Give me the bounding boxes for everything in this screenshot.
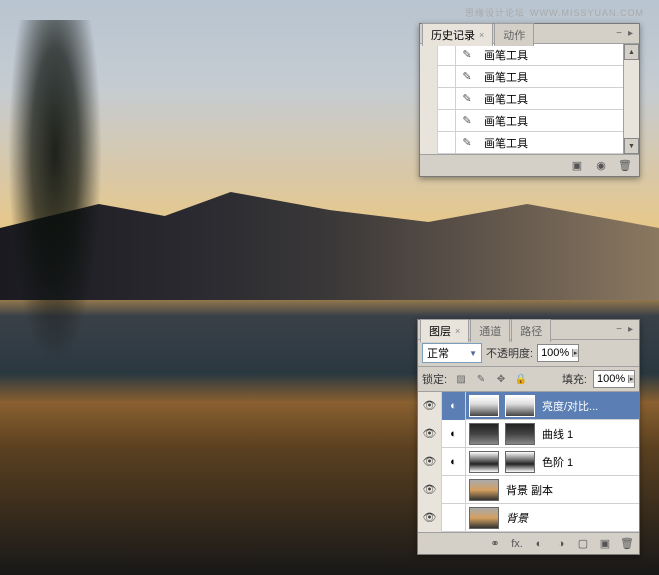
- layer-list: 👁 ◐ 亮度/对比... 👁 ◐ 曲线 1 👁 ◐ 色阶 1 👁 背景 副本: [418, 392, 639, 532]
- layer-thumbnail[interactable]: [469, 451, 499, 473]
- layer-thumbnail[interactable]: [469, 507, 499, 529]
- history-item[interactable]: ✎画笔工具: [420, 132, 639, 154]
- history-item[interactable]: ✎画笔工具: [420, 110, 639, 132]
- link-icon[interactable]: ◐: [442, 420, 466, 448]
- layers-footer: ⚭ fx. ◐ ◑ ▢ ▣ 🗑: [418, 532, 639, 554]
- brush-icon: ✎: [456, 136, 478, 149]
- tab-layers[interactable]: 图层 ×: [420, 319, 469, 342]
- layers-toolbar: 正常 ▼ 不透明度: 100% ▸: [418, 340, 639, 367]
- lock-row: 锁定: ▨ ✎ ✥ 🔒 填充: 100% ▸: [418, 367, 639, 392]
- lock-position-icon[interactable]: ✥: [493, 371, 509, 387]
- tab-paths[interactable]: 路径: [511, 319, 551, 342]
- history-panel-header: 历史记录 × 动作 − ▸: [420, 24, 639, 44]
- layers-panel-header: 图层 × 通道 路径 − ▸: [418, 320, 639, 340]
- brush-icon: ✎: [456, 48, 478, 61]
- layer-name[interactable]: 背景 副本: [502, 482, 553, 498]
- layer-row[interactable]: 👁 ◐ 亮度/对比...: [418, 392, 639, 420]
- link-icon[interactable]: ◐: [442, 392, 466, 420]
- history-footer: ▣ ◉ 🗑: [420, 154, 639, 176]
- brush-icon: ✎: [456, 70, 478, 83]
- history-panel: 历史记录 × 动作 − ▸ ✎画笔工具 ✎画笔工具 ✎画笔工具 ✎画笔工具 ✎画…: [419, 23, 640, 177]
- layer-thumbnail[interactable]: [469, 423, 499, 445]
- layer-name[interactable]: 背景: [502, 510, 528, 526]
- layer-name[interactable]: 色阶 1: [538, 454, 573, 470]
- mask-icon[interactable]: ◐: [531, 537, 547, 551]
- watermark: 思缘设计论坛WWW.MISSYUAN.COM: [460, 5, 644, 19]
- history-item[interactable]: ✎画笔工具: [420, 66, 639, 88]
- new-document-icon[interactable]: ▣: [569, 159, 585, 173]
- trash-icon[interactable]: 🗑: [619, 537, 635, 551]
- visibility-icon[interactable]: 👁: [418, 476, 442, 504]
- panel-menu-icon[interactable]: ▸: [628, 28, 633, 39]
- chevron-right-icon[interactable]: ▸: [628, 375, 634, 383]
- brush-icon: ✎: [456, 114, 478, 127]
- fill-input[interactable]: 100% ▸: [593, 370, 635, 388]
- tab-channels[interactable]: 通道: [470, 319, 510, 342]
- opacity-label: 不透明度:: [486, 345, 533, 361]
- layer-thumbnail[interactable]: [469, 479, 499, 501]
- tab-actions[interactable]: 动作: [494, 23, 534, 46]
- visibility-icon[interactable]: 👁: [418, 420, 442, 448]
- tab-history[interactable]: 历史记录 ×: [422, 23, 493, 46]
- new-layer-icon[interactable]: ▣: [597, 537, 613, 551]
- link-col[interactable]: [442, 476, 466, 504]
- history-item[interactable]: ✎画笔工具: [420, 88, 639, 110]
- layer-row[interactable]: 👁 背景: [418, 504, 639, 532]
- adjustment-icon[interactable]: ◑: [553, 537, 569, 551]
- panel-menu-icon[interactable]: ▸: [628, 324, 633, 335]
- layers-panel: 图层 × 通道 路径 − ▸ 正常 ▼ 不透明度: 100% ▸ 锁定: ▨ ✎…: [417, 319, 640, 555]
- link-icon[interactable]: ◐: [442, 448, 466, 476]
- snapshot-icon[interactable]: ◉: [593, 159, 609, 173]
- layer-name[interactable]: 亮度/对比...: [538, 398, 598, 414]
- history-list: ✎画笔工具 ✎画笔工具 ✎画笔工具 ✎画笔工具 ✎画笔工具: [420, 44, 639, 154]
- mask-thumbnail[interactable]: [505, 451, 535, 473]
- chevron-down-icon: ▼: [469, 349, 477, 358]
- folder-icon[interactable]: ▢: [575, 537, 591, 551]
- history-item[interactable]: ✎画笔工具: [420, 44, 639, 66]
- mask-thumbnail[interactable]: [505, 423, 535, 445]
- brush-icon: ✎: [456, 92, 478, 105]
- visibility-icon[interactable]: 👁: [418, 504, 442, 532]
- lock-all-icon[interactable]: 🔒: [513, 371, 529, 387]
- opacity-input[interactable]: 100% ▸: [537, 344, 579, 362]
- visibility-icon[interactable]: 👁: [418, 448, 442, 476]
- fx-icon[interactable]: fx.: [509, 537, 525, 551]
- minimize-icon[interactable]: −: [616, 324, 622, 335]
- close-icon[interactable]: ×: [455, 326, 460, 336]
- blend-mode-dropdown[interactable]: 正常 ▼: [422, 343, 482, 363]
- lock-transparency-icon[interactable]: ▨: [453, 371, 469, 387]
- minimize-icon[interactable]: −: [616, 28, 622, 39]
- layer-row[interactable]: 👁 ◐ 色阶 1: [418, 448, 639, 476]
- layer-thumbnail[interactable]: [469, 395, 499, 417]
- trash-icon[interactable]: 🗑: [617, 159, 633, 173]
- layer-name[interactable]: 曲线 1: [538, 426, 573, 442]
- chevron-right-icon[interactable]: ▸: [572, 349, 578, 357]
- scrollbar[interactable]: ▲ ▼: [623, 44, 639, 154]
- mask-thumbnail[interactable]: [505, 395, 535, 417]
- lock-label: 锁定:: [422, 371, 447, 387]
- layer-row[interactable]: 👁 ◐ 曲线 1: [418, 420, 639, 448]
- lock-paint-icon[interactable]: ✎: [473, 371, 489, 387]
- scroll-up-icon[interactable]: ▲: [624, 44, 639, 60]
- layer-row[interactable]: 👁 背景 副本: [418, 476, 639, 504]
- close-icon[interactable]: ×: [479, 30, 484, 40]
- fill-label: 填充:: [562, 371, 587, 387]
- scroll-down-icon[interactable]: ▼: [624, 138, 639, 154]
- link-col[interactable]: [442, 504, 466, 532]
- visibility-icon[interactable]: 👁: [418, 392, 442, 420]
- link-layers-icon[interactable]: ⚭: [487, 537, 503, 551]
